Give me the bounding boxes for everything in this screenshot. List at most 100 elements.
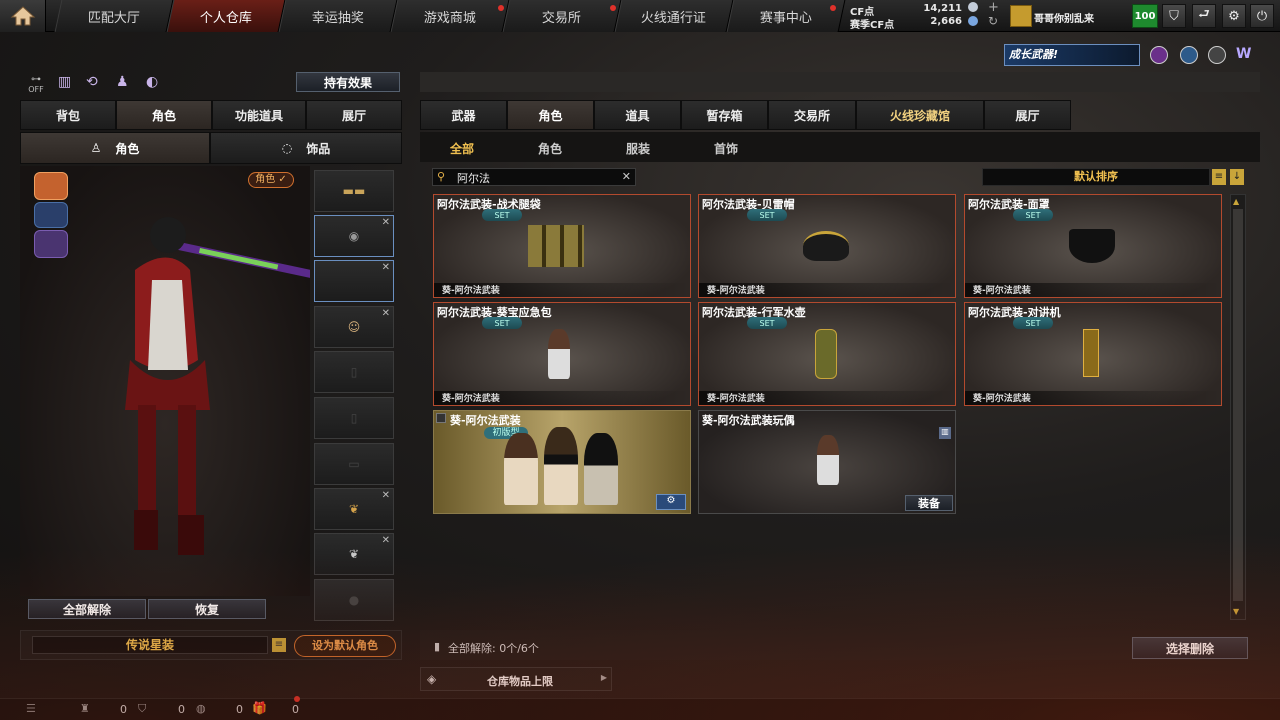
settings-button[interactable]: ⚙: [1222, 4, 1246, 28]
sort-down-icon[interactable]: ↓: [1230, 169, 1244, 185]
item-card[interactable]: 阿尔法武装-面罩 SET 葵-阿尔法武装: [964, 194, 1222, 298]
tab-roles[interactable]: 角色: [507, 100, 594, 130]
slot-pendant-gold[interactable]: ❦ ✕: [314, 488, 394, 530]
tab-event-center[interactable]: 赛事中心: [726, 0, 846, 32]
bind-icon[interactable]: ⚙: [656, 494, 686, 510]
back-button[interactable]: ⮐: [1192, 4, 1216, 28]
chat-icon[interactable]: ◍: [196, 702, 206, 715]
star-icon[interactable]: [1208, 46, 1226, 64]
stats-icon[interactable]: ▥: [58, 74, 71, 90]
tab-weapons[interactable]: 武器: [420, 100, 507, 130]
slot-legs[interactable]: ▭: [314, 443, 394, 485]
toy-card[interactable]: 葵-阿尔法武装玩偶 ▥ 装备: [698, 410, 956, 514]
tab-battle-pass[interactable]: 火线通行证: [614, 0, 734, 32]
list-icon[interactable]: ≡: [272, 638, 286, 652]
shield-button[interactable]: ⛉: [1162, 4, 1186, 28]
set-default-role-button[interactable]: 设为默认角色: [294, 635, 396, 657]
character-icon: ♙: [90, 141, 102, 155]
subtab-clothing[interactable]: 服装: [626, 140, 650, 157]
tab-personal-warehouse[interactable]: 个人仓库: [166, 0, 286, 32]
rotate-icon[interactable]: ⟲: [86, 74, 98, 90]
tab-game-mall[interactable]: 游戏商城: [390, 0, 510, 32]
level-badge[interactable]: 100: [1132, 4, 1158, 28]
preset-name-field[interactable]: 传说星装: [32, 636, 268, 654]
close-icon[interactable]: ✕: [382, 217, 390, 228]
equip-button[interactable]: 装备: [905, 495, 953, 511]
mask-filter-icon[interactable]: [34, 202, 68, 228]
clan-icon[interactable]: ⛉: [138, 702, 146, 716]
globe-icon[interactable]: [1180, 46, 1198, 64]
slot-vest[interactable]: ▯: [314, 351, 394, 393]
friends-icon[interactable]: ♜: [80, 702, 90, 715]
grenade-icon[interactable]: ◐: [146, 74, 158, 90]
tab-character[interactable]: 角色: [116, 100, 212, 130]
tab-lucky-draw[interactable]: 幸运抽奖: [278, 0, 398, 32]
slot-primary-weapon[interactable]: ▬▬: [314, 170, 394, 212]
beret-image: [803, 231, 849, 261]
scroll-thumb[interactable]: [1233, 209, 1243, 601]
clear-search-icon[interactable]: ✕: [622, 170, 631, 183]
subtab-character[interactable]: ♙ 角色: [20, 132, 210, 164]
w-logo-icon[interactable]: W: [1236, 46, 1256, 64]
subtab-all[interactable]: 全部: [450, 140, 474, 157]
power-button[interactable]: ⏻: [1250, 4, 1274, 28]
role-badge[interactable]: 角色 ✓: [248, 172, 294, 188]
item-card[interactable]: 阿尔法武装-行军水壶 SET 葵-阿尔法武装: [698, 302, 956, 406]
clear-all-button[interactable]: 全部解除: [28, 599, 146, 619]
slot-pendant-silver[interactable]: ❦ ✕: [314, 533, 394, 575]
off-toggle[interactable]: ⊶ OFF: [26, 74, 46, 94]
notification-dot: [294, 696, 300, 702]
scroll-up-icon[interactable]: ▲: [1233, 197, 1243, 207]
scrollbar[interactable]: ▲ ▼: [1230, 194, 1246, 620]
close-icon[interactable]: ✕: [382, 262, 390, 273]
tab-backpack[interactable]: 背包: [20, 100, 116, 130]
tab-exchange-right[interactable]: 交易所: [768, 100, 856, 130]
tab-collection[interactable]: 火线珍藏馆: [856, 100, 984, 130]
home-button[interactable]: [0, 0, 46, 32]
close-icon[interactable]: ✕: [382, 308, 390, 319]
tab-temp-storage[interactable]: 暂存箱: [681, 100, 768, 130]
wing-filter-icon[interactable]: [34, 230, 68, 258]
tab-showroom[interactable]: 展厅: [306, 100, 402, 130]
list-view-icon[interactable]: ≡: [1212, 169, 1226, 185]
character-model: [125, 217, 310, 555]
slot-head[interactable]: ◉ ✕: [314, 215, 394, 257]
tab-showroom-right[interactable]: 展厅: [984, 100, 1071, 130]
trash-icon[interactable]: ▥: [939, 427, 951, 439]
slot-body[interactable]: ▯: [314, 397, 394, 439]
checkbox[interactable]: [436, 413, 446, 423]
effect-button[interactable]: 持有效果: [296, 72, 400, 92]
subtab-role[interactable]: 角色: [538, 140, 562, 157]
subtab-jewelry[interactable]: 首饰: [714, 140, 738, 157]
slot-shield[interactable]: ●: [314, 579, 394, 621]
item-card[interactable]: 阿尔法武装-战术腿袋 SET 葵-阿尔法武装: [433, 194, 691, 298]
slot-mask[interactable]: ✕: [314, 260, 394, 302]
role-filter-icon[interactable]: [34, 172, 68, 200]
refresh-icon[interactable]: ↻: [988, 14, 998, 28]
storage-limit-bar[interactable]: ◈ 仓库物品上限 ▶: [420, 667, 612, 691]
gift-icon[interactable]: 🎁: [252, 701, 267, 715]
tab-props[interactable]: 道具: [594, 100, 681, 130]
vip-icon[interactable]: [1150, 46, 1168, 64]
pose-icon[interactable]: ♟: [116, 74, 129, 90]
scroll-down-icon[interactable]: ▼: [1233, 607, 1243, 617]
item-card[interactable]: 阿尔法武装-葵宝应急包 SET 葵-阿尔法武装: [433, 302, 691, 406]
restore-button[interactable]: 恢复: [148, 599, 266, 619]
item-card[interactable]: 阿尔法武装-贝雷帽 SET 葵-阿尔法武装: [698, 194, 956, 298]
close-icon[interactable]: ✕: [382, 490, 390, 501]
sort-dropdown[interactable]: 默认排序: [982, 168, 1210, 186]
menu-icon[interactable]: ☰: [26, 702, 36, 715]
select-delete-button[interactable]: 选择删除: [1132, 637, 1248, 659]
growth-weapon-banner[interactable]: 成长武器!: [1004, 44, 1140, 66]
character-card[interactable]: 葵-阿尔法武装 初版型 ⚙: [433, 410, 691, 514]
tab-match-hall[interactable]: 匹配大厅: [54, 0, 174, 32]
close-icon[interactable]: ✕: [382, 535, 390, 546]
tab-exchange[interactable]: 交易所: [502, 0, 622, 32]
subtab-accessory[interactable]: ◌ 饰品: [210, 132, 402, 164]
add-icon[interactable]: +: [988, 0, 999, 15]
search-input[interactable]: ⚲ 阿尔法 ✕: [432, 168, 636, 186]
avatar[interactable]: [1010, 5, 1032, 27]
tab-function-items[interactable]: 功能道具: [212, 100, 306, 130]
item-card[interactable]: 阿尔法武装-对讲机 SET 葵-阿尔法武装: [964, 302, 1222, 406]
slot-doll[interactable]: ☺ ✕: [314, 306, 394, 348]
